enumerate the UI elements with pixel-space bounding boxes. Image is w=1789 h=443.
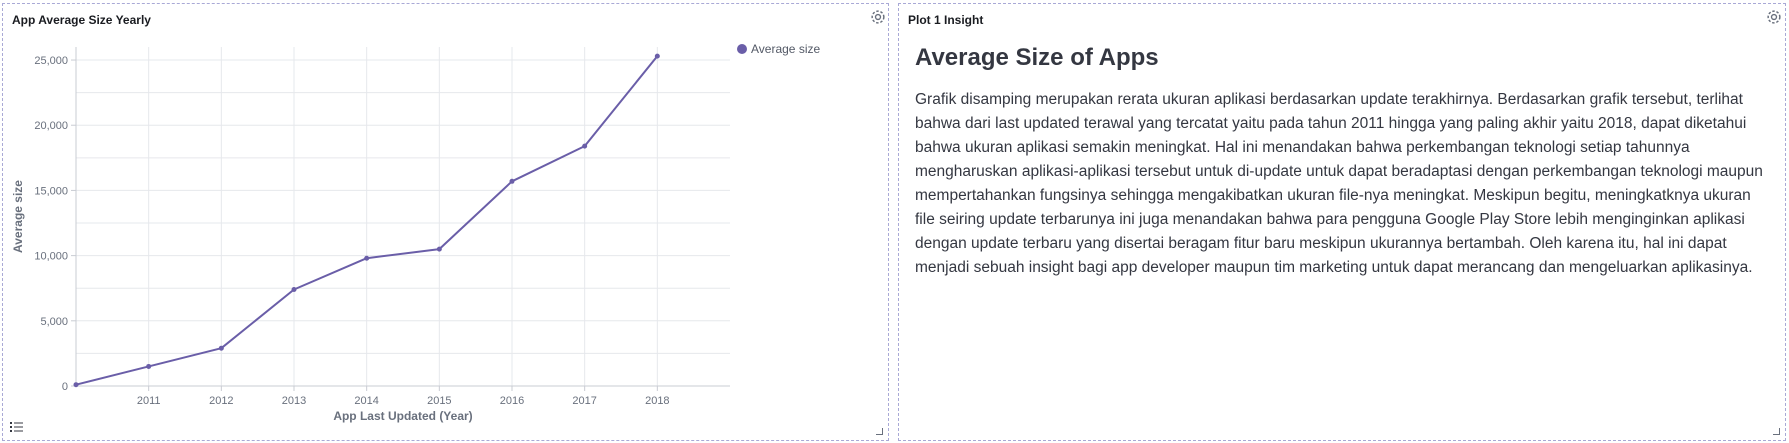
y-tick-label: 0 xyxy=(62,381,68,393)
x-axis-title: App Last Updated (Year) xyxy=(333,409,472,423)
data-point xyxy=(73,382,79,388)
y-tick-label: 10,000 xyxy=(34,251,68,263)
x-tick-label: 2015 xyxy=(427,395,451,407)
insight-panel-title: Plot 1 Insight xyxy=(908,13,984,27)
x-tick-label: 2016 xyxy=(500,395,524,407)
line-chart: 0 5,000 10,000 15,000 20,000 25,000 2011 2012 20… xyxy=(11,42,820,423)
x-tick-label: 2012 xyxy=(209,395,233,407)
resize-handle[interactable] xyxy=(1773,428,1780,435)
x-tick-label: 2011 xyxy=(137,395,161,407)
y-axis-title: Average size xyxy=(11,180,25,253)
x-tick-label: 2018 xyxy=(645,395,669,407)
y-tick-label: 25,000 xyxy=(34,55,68,67)
insight-body: Grafik disamping merupakan rerata ukuran… xyxy=(915,91,1763,276)
insight-heading: Average Size of Apps xyxy=(915,44,1159,71)
data-point xyxy=(582,143,588,149)
data-point xyxy=(146,363,152,369)
insight-panel: Plot 1 Insight Average Size of Apps Graf… xyxy=(898,3,1786,441)
legend-label: Average size xyxy=(751,42,820,56)
data-point xyxy=(436,246,442,252)
data-point xyxy=(218,345,224,351)
x-tick-label: 2013 xyxy=(282,395,306,407)
list-icon[interactable] xyxy=(9,420,25,434)
y-tick-label: 15,000 xyxy=(34,185,68,197)
data-point xyxy=(654,53,660,59)
legend-marker xyxy=(737,44,747,54)
chart-panel: App Average Size Yearly 0 5,000 10,000 15,0… xyxy=(2,3,889,441)
resize-handle[interactable] xyxy=(876,428,883,435)
data-point xyxy=(364,255,370,261)
x-tick-label: 2017 xyxy=(572,395,596,407)
y-tick-label: 20,000 xyxy=(34,120,68,132)
data-point xyxy=(509,178,515,184)
y-tick-label: 5,000 xyxy=(40,316,68,328)
gear-icon[interactable] xyxy=(1765,8,1783,26)
data-point xyxy=(291,287,297,293)
insight-content: Average Size of Apps Grafik disamping me… xyxy=(915,44,1769,280)
x-tick-label: 2014 xyxy=(354,395,378,407)
